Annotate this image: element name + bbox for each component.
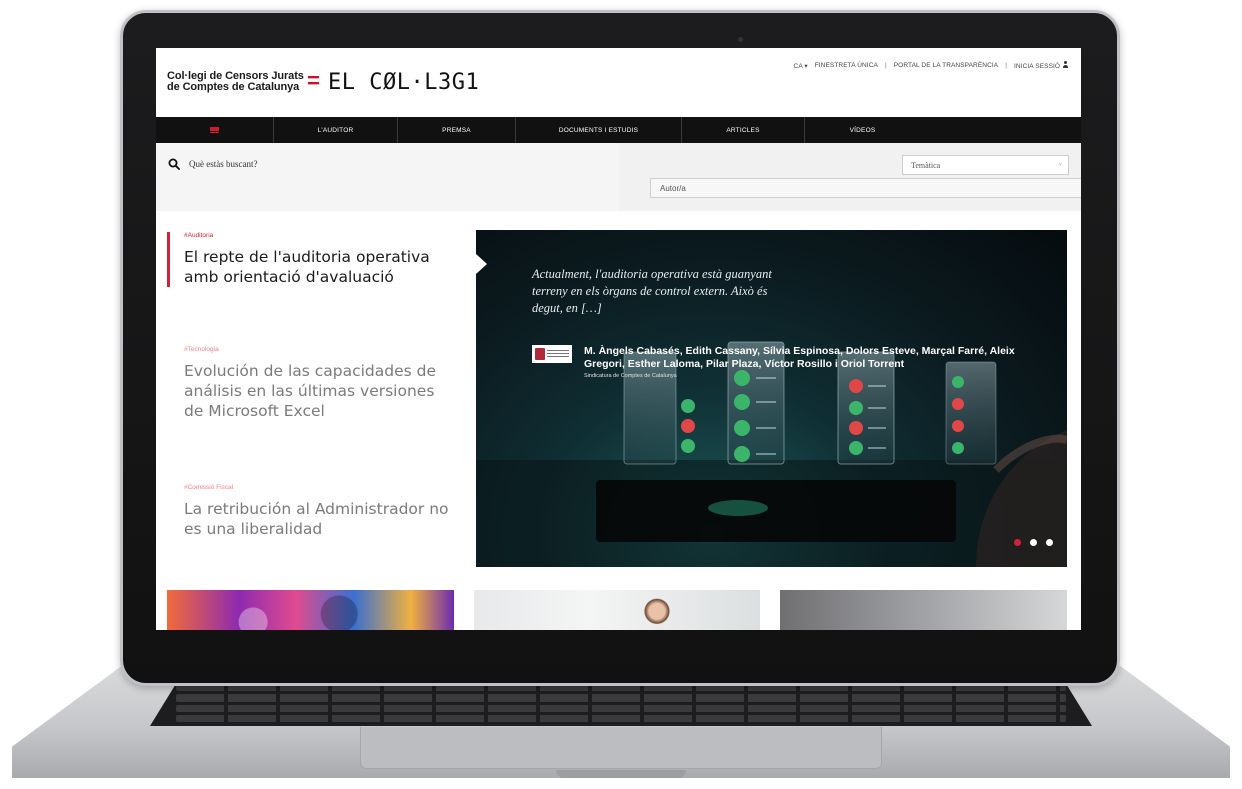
link-separator: | bbox=[884, 62, 887, 69]
search-bar: Temàtica ˅ bbox=[156, 143, 1081, 211]
chevron-down-icon: ▾ bbox=[804, 62, 808, 70]
nav-item-documents[interactable]: DOCUMENTS I ESTUDIS bbox=[516, 117, 682, 143]
article-title[interactable]: La retribución al Administrador no es un… bbox=[184, 499, 457, 539]
logo-wordmark[interactable]: EL CØL·L3G1 bbox=[328, 72, 479, 94]
slider-dot[interactable] bbox=[1030, 539, 1037, 546]
featured-slider[interactable]: Actualment, l'auditoria operativa està g… bbox=[476, 230, 1067, 567]
search-icon[interactable] bbox=[168, 158, 180, 170]
person-photo bbox=[642, 598, 672, 630]
slider-dot-active[interactable] bbox=[1014, 539, 1021, 546]
nav-item-articles[interactable]: ARTICLES bbox=[682, 117, 805, 143]
chevron-down-icon: ˅ bbox=[1058, 162, 1062, 168]
browser-screen: Col·legi de Censors Jurats de Comptes de… bbox=[156, 48, 1081, 630]
nav-item-videos[interactable]: VÍDEOS bbox=[805, 117, 920, 143]
nav-item-lauditor[interactable]: L'AUDITOR bbox=[274, 117, 398, 143]
article-card-image[interactable] bbox=[780, 590, 1067, 630]
laptop-keyboard bbox=[150, 680, 1092, 726]
utility-links: CA ▾ FINESTRETA ÚNICA | PORTAL DE LA TRA… bbox=[794, 61, 1069, 70]
organization-logo bbox=[532, 345, 572, 363]
nav-item-premsa[interactable]: PREMSA bbox=[398, 117, 516, 143]
language-selector[interactable]: CA ▾ bbox=[794, 62, 808, 70]
logo-text-lines bbox=[547, 350, 569, 358]
site-header: Col·legi de Censors Jurats de Comptes de… bbox=[156, 48, 1081, 116]
org-name[interactable]: Col·legi de Censors Jurats de Comptes de… bbox=[167, 71, 304, 93]
article-card-image[interactable] bbox=[474, 590, 760, 630]
slider-pointer bbox=[476, 254, 487, 274]
key-row bbox=[176, 714, 1066, 722]
login-link[interactable]: INICIA SESSIÓ bbox=[1014, 61, 1069, 70]
search-panel bbox=[156, 143, 619, 211]
article-card-image[interactable] bbox=[167, 590, 454, 630]
menu-toggle-button[interactable] bbox=[156, 117, 274, 143]
article-tag[interactable]: #Auditoria bbox=[184, 232, 457, 239]
hero-quote: Actualment, l'auditoria operativa està g… bbox=[532, 267, 772, 315]
hero-authors: M. Àngels Cabasés, Edith Cassany, Sílvia… bbox=[584, 345, 1015, 370]
article-item-active[interactable]: #Auditoria El repte de l'auditoria opera… bbox=[167, 232, 457, 287]
hamburger-menu-icon bbox=[210, 127, 219, 133]
search-input[interactable] bbox=[189, 156, 489, 172]
tematica-label: Temàtica bbox=[911, 160, 941, 170]
org-name-line2: de Comptes de Catalunya bbox=[167, 81, 300, 93]
seal-icon bbox=[535, 348, 545, 360]
article-title[interactable]: Evolución de las capacidades de análisis… bbox=[184, 361, 457, 421]
laptop-notch bbox=[556, 770, 686, 778]
article-title[interactable]: El repte de l'auditoria operativa amb or… bbox=[184, 247, 457, 287]
language-label: CA bbox=[793, 62, 803, 70]
logo-symbol: = bbox=[307, 68, 320, 93]
article-item[interactable]: #Comissió Fiscal La retribución al Admin… bbox=[167, 484, 457, 539]
login-label: INICIA SESSIÓ bbox=[1014, 63, 1061, 70]
laptop-trackpad bbox=[360, 727, 882, 769]
article-tag[interactable]: #Tecnologia bbox=[184, 346, 457, 353]
key-row bbox=[176, 704, 1066, 712]
article-tag[interactable]: #Comissió Fiscal bbox=[184, 484, 457, 491]
webcam bbox=[738, 37, 743, 42]
hero-organization: Sindicatura de Comptes de Catalunya bbox=[584, 373, 677, 379]
main-nav: L'AUDITOR PREMSA DOCUMENTS I ESTUDIS ART… bbox=[156, 117, 1081, 143]
key-row bbox=[176, 694, 1066, 702]
slider-dots bbox=[1014, 539, 1053, 546]
article-item[interactable]: #Tecnologia Evolución de las capacidades… bbox=[167, 346, 457, 421]
finestreta-unica-link[interactable]: FINESTRETA ÚNICA bbox=[815, 62, 878, 69]
link-separator: | bbox=[1005, 62, 1007, 69]
author-input[interactable] bbox=[650, 178, 1081, 198]
portal-transparencia-link[interactable]: PORTAL DE LA TRANSPARÈNCIA bbox=[894, 62, 998, 69]
user-icon bbox=[1062, 61, 1069, 68]
slider-dot[interactable] bbox=[1046, 539, 1053, 546]
tematica-select[interactable]: Temàtica ˅ bbox=[902, 155, 1069, 175]
